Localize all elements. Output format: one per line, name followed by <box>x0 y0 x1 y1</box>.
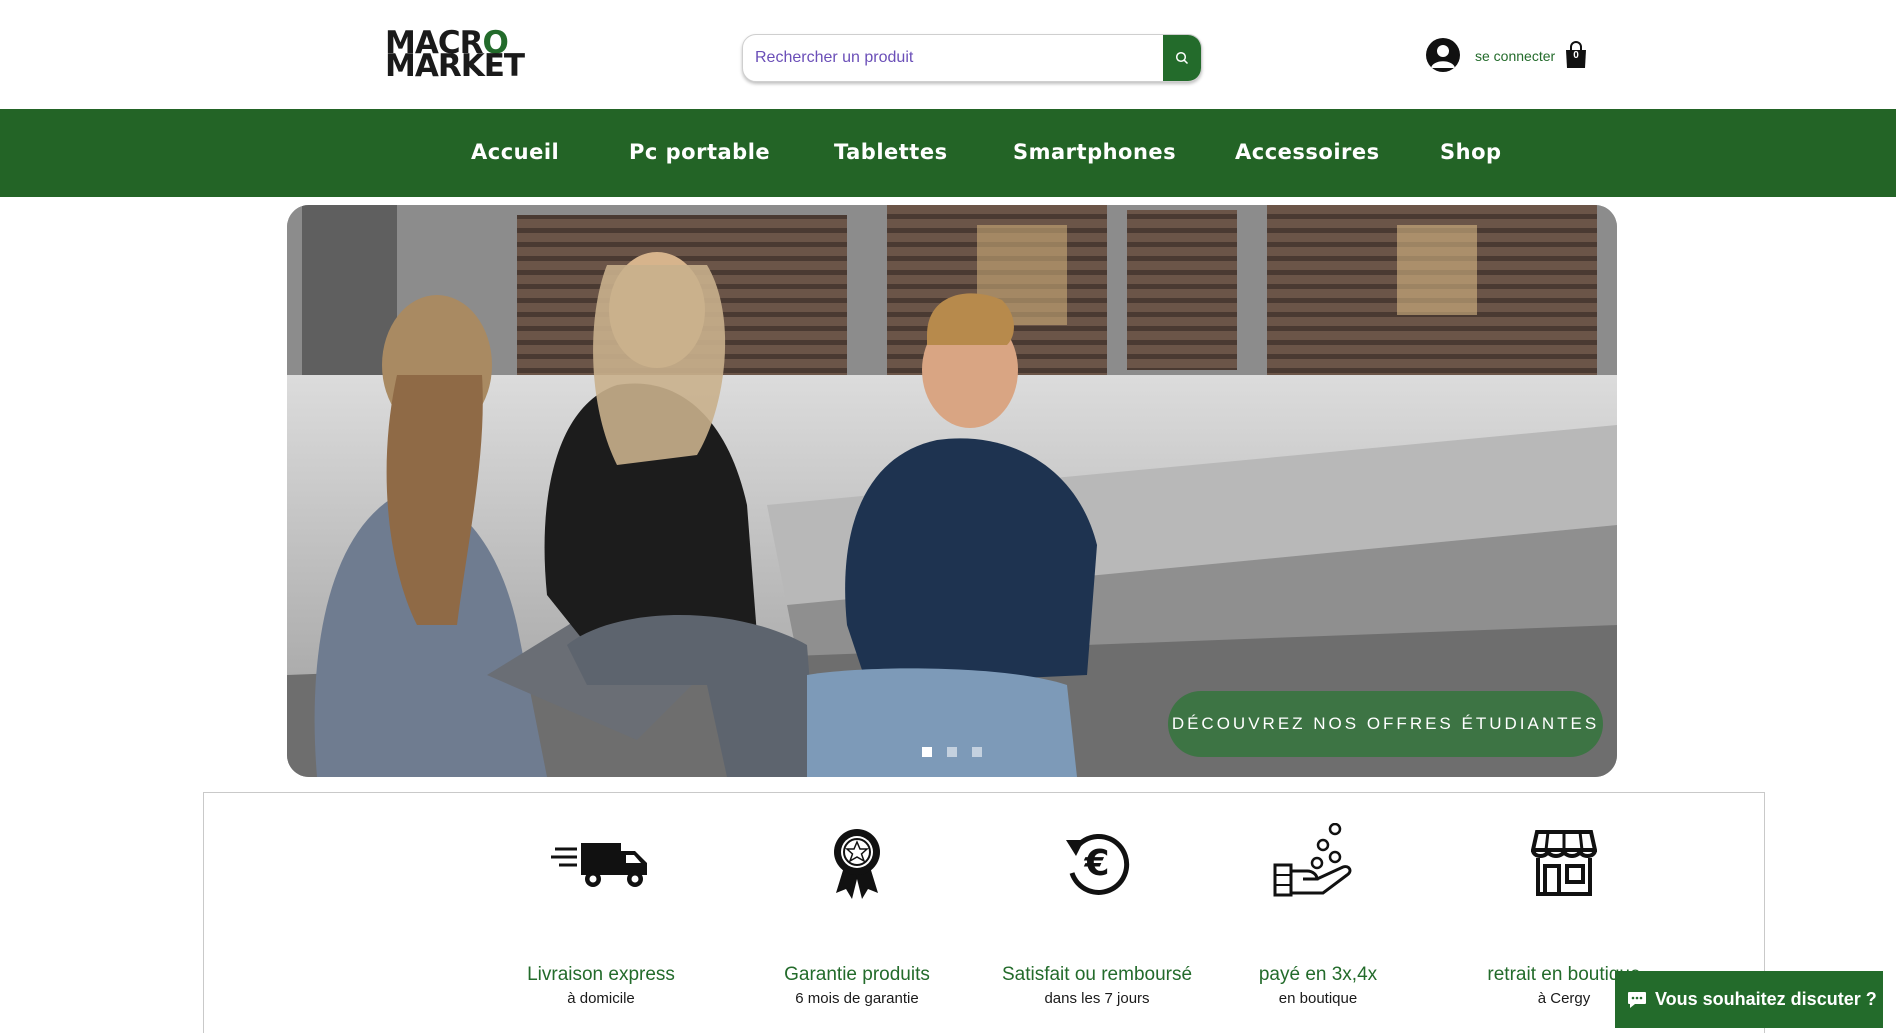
nav-item-smartphones[interactable]: Smartphones <box>1013 140 1176 164</box>
nav-item-tablettes[interactable]: Tablettes <box>834 140 948 164</box>
student-offers-button[interactable]: DÉCOUVREZ NOS OFFRES ÉTUDIANTES <box>1168 691 1603 757</box>
feature-title: Satisfait ou remboursé <box>1001 964 1193 985</box>
feature-subtitle: 6 mois de garantie <box>795 990 919 1007</box>
cart-count: 0 <box>1573 50 1579 61</box>
features-strip: Livraison express à domicile Garantie pr… <box>203 792 1765 1033</box>
award-ribbon-icon <box>834 829 880 899</box>
slide-dot-1[interactable] <box>922 747 932 757</box>
site-logo[interactable]: MACRO MARKET <box>385 28 545 84</box>
login-link[interactable]: se connecter <box>1475 48 1555 64</box>
feature-subtitle: à domicile <box>567 990 635 1007</box>
cart-button[interactable]: 0 <box>1565 41 1587 69</box>
chat-label: Vous souhaitez discuter ? <box>1655 989 1877 1009</box>
site-header: MACRO MARKET se connecter 0 <box>0 0 1896 109</box>
feature-subtitle: dans les 7 jours <box>1044 990 1150 1007</box>
nav-item-accessoires[interactable]: Accessoires <box>1235 140 1380 164</box>
feature-subtitle: en boutique <box>1278 990 1358 1007</box>
hand-coins-icon <box>1273 823 1352 897</box>
chat-bubble-icon <box>1628 991 1646 1008</box>
nav-item-shop[interactable]: Shop <box>1440 140 1502 164</box>
nav-item-accueil[interactable]: Accueil <box>471 140 559 164</box>
delivery-truck-icon <box>551 843 647 887</box>
slide-dot-2[interactable] <box>947 747 957 757</box>
account-avatar-icon[interactable] <box>1426 38 1460 72</box>
storefront-icon <box>1531 830 1597 896</box>
main-nav: Accueil Pc portable Tablettes Smartphone… <box>0 109 1896 197</box>
euro-refund-icon: € <box>1066 833 1130 895</box>
slide-dot-3[interactable] <box>972 747 982 757</box>
feature-title: Livraison express <box>527 964 675 985</box>
logo-line-2: MARKET <box>385 48 525 84</box>
slideshow-dots <box>922 747 982 757</box>
search-icon <box>1175 51 1189 65</box>
feature-title: payé en 3x,4x <box>1258 964 1378 985</box>
search-bar <box>742 34 1202 82</box>
nav-item-pc-portable[interactable]: Pc portable <box>629 140 770 164</box>
search-button[interactable] <box>1163 35 1201 81</box>
feature-title: Garantie produits <box>784 964 930 985</box>
svg-text:€: € <box>1083 843 1109 884</box>
chat-widget-button[interactable]: Vous souhaitez discuter ? <box>1615 971 1883 1028</box>
search-input[interactable] <box>743 35 1163 81</box>
